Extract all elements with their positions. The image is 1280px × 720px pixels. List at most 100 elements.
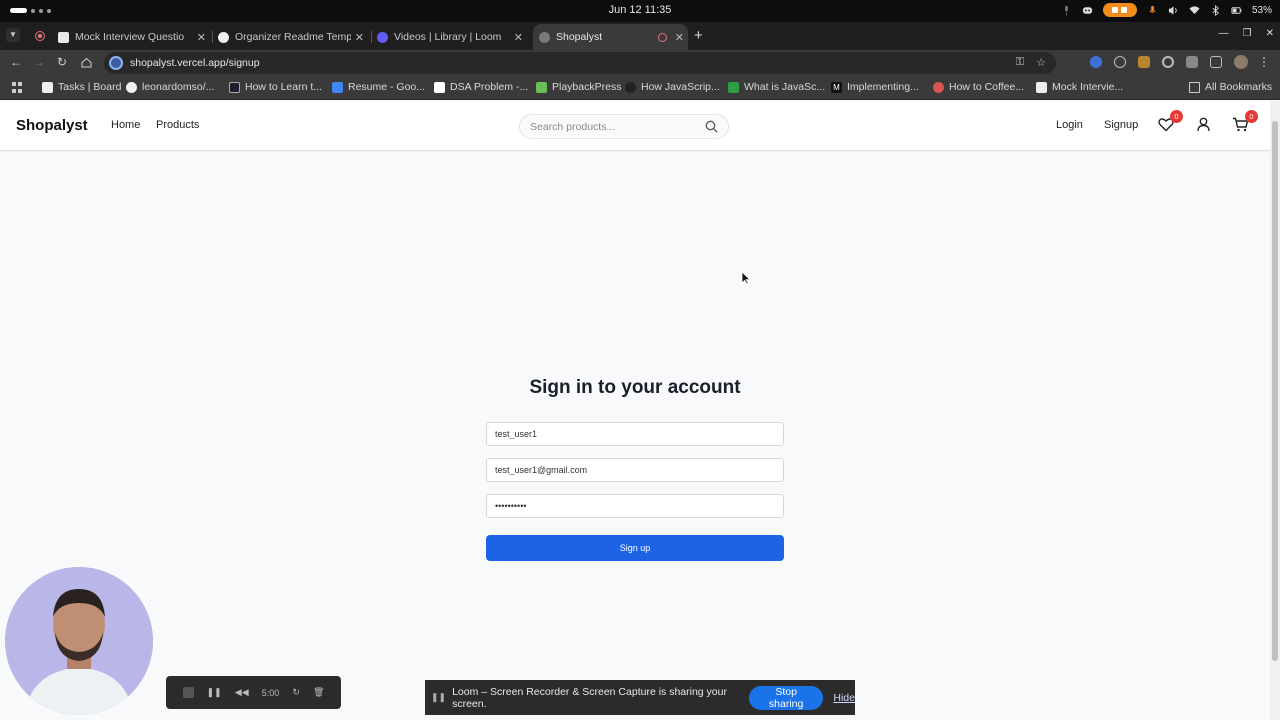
maximize-icon[interactable]: ❐ [1243,28,1252,39]
search-input[interactable] [530,121,700,133]
login-link[interactable]: Login [1056,119,1083,131]
apps-grid-icon[interactable] [12,82,23,93]
forward-arrow-icon[interactable]: → [33,55,45,69]
close-icon[interactable]: ✕ [351,31,368,44]
microphone-off-icon [1065,5,1068,15]
hide-sharing-bar-link[interactable]: Hide [833,692,855,704]
close-window-icon[interactable]: ✕ [1266,28,1274,39]
user-icon[interactable] [1197,117,1210,132]
react-devtools-icon[interactable] [1090,56,1102,68]
close-icon[interactable]: ✕ [193,31,210,44]
tab-organizer-readme[interactable]: Organizer Readme Temp ✕ [218,24,368,50]
wishlist-count-badge: 0 [1170,110,1183,123]
coffee-icon [933,81,944,93]
github-icon [218,31,229,43]
extension-circle-icon[interactable] [1114,56,1126,68]
notion-icon [42,81,53,93]
side-panel-icon[interactable] [1210,56,1222,68]
scrollbar-thumb[interactable] [1272,121,1278,661]
new-tab-icon[interactable]: + [694,27,703,44]
pause-sharing-icon: ❚❚ [431,692,447,702]
stop-sharing-button[interactable]: Stop sharing [748,685,824,710]
extension-target-icon[interactable] [1162,56,1174,68]
notion-icon [58,31,69,43]
wifi-icon [1189,5,1200,14]
screen-share-indicator[interactable] [1102,3,1137,17]
github-icon [126,81,137,93]
bluetooth-icon [1212,4,1219,16]
url-text[interactable]: shopalyst.vercel.app/signup [130,57,260,69]
bookmark-item[interactable]: M Implementing... [831,81,919,93]
system-tray[interactable]: 53% [1061,3,1272,17]
window-controls: — ❐ ✕ [1219,28,1274,39]
close-icon[interactable]: ✕ [510,31,527,44]
sign-up-button[interactable]: Sign up [486,535,784,561]
home-icon[interactable] [81,57,92,68]
minimize-icon[interactable]: — [1219,28,1229,39]
all-bookmarks[interactable]: All Bookmarks [1189,81,1272,93]
restart-icon[interactable]: ↻ [292,687,300,698]
bookmark-item[interactable]: DSA Problem -... [434,81,528,93]
password-key-icon[interactable]: ⚿ [1016,56,1024,69]
globe-icon [539,31,550,43]
battery-percent: 53% [1251,4,1272,16]
kebab-menu-icon[interactable]: ⋮ [1258,55,1270,69]
tab-divider [212,31,213,43]
tab-mock-interview[interactable]: Mock Interview Questio ✕ [58,24,210,50]
site-navbar: Shopalyst Home Products Login Signup 0 0 [0,101,1270,151]
bookmarks-bar: Tasks | Board leonardomso/... How to Lea… [0,76,1280,100]
bookmark-item[interactable]: What is JavaSc... [728,81,825,93]
bookmark-item[interactable]: Resume - Goo... [332,81,425,93]
mouse-cursor-icon [741,271,751,285]
recording-icon [657,32,667,42]
bookmark-item[interactable]: Tasks | Board [42,81,121,93]
bookmark-item[interactable]: How JavaScrip... [625,81,720,93]
bookmark-item[interactable]: Mock Intervie... [1036,81,1123,93]
password-field[interactable] [486,494,784,518]
battery-icon [1231,6,1242,14]
username-field[interactable] [486,422,784,446]
close-icon[interactable]: ✕ [671,31,688,44]
nav-products-link[interactable]: Products [156,119,199,131]
puzzle-icon[interactable] [1186,56,1198,68]
extensions-area [1090,56,1222,68]
product-search [519,114,729,139]
site-info-icon[interactable] [109,56,123,70]
notion-icon [1036,81,1047,93]
pause-icon[interactable]: ❚❚ [207,687,222,698]
loom-recording-controls: ❚❚ ◀◀ 5:00 ↻ 🗑 [166,676,341,709]
tab-search-dropdown[interactable]: ▼ [6,28,20,42]
tab-divider [371,31,372,43]
page-scrollbar[interactable] [1270,101,1280,720]
page-title: Sign in to your account [529,377,741,398]
screen-sharing-bar: ❚❚ Loom – Screen Recorder & Screen Captu… [425,680,855,715]
bookmark-item[interactable]: How to Coffee... [933,81,1024,93]
rewind-icon[interactable]: ◀◀ [235,687,249,698]
delete-icon[interactable]: 🗑 [313,687,324,698]
reload-icon[interactable]: ↻ [57,55,67,69]
extension-box-icon[interactable] [1138,56,1150,68]
search-icon[interactable] [705,120,718,133]
stop-recording-icon[interactable] [182,687,194,698]
signup-link[interactable]: Signup [1104,119,1138,131]
loom-webcam-bubble[interactable] [5,567,153,715]
cart-count-badge: 0 [1245,110,1258,123]
bookmark-star-icon[interactable]: ☆ [1036,56,1046,69]
bookmark-item[interactable]: How to Learn t... [229,81,322,93]
playbackpress-icon [536,81,547,93]
tab-loom-library[interactable]: Videos | Library | Loom ✕ [377,24,527,50]
site-logo[interactable]: Shopalyst [16,117,88,134]
sharing-message: Loom – Screen Recorder & Screen Capture … [452,685,727,710]
bookmark-item[interactable]: PlaybackPress [536,81,621,93]
browser-toolbar: ← → ↻ shopalyst.vercel.app/signup ⚿ ☆ ⋮ [0,50,1280,76]
presenter-webcam-image [5,567,153,715]
back-arrow-icon[interactable]: ← [10,55,22,69]
os-top-bar: Jun 12 11:35 53% [0,0,1280,22]
address-bar[interactable]: shopalyst.vercel.app/signup ⚿ ☆ [104,52,1056,74]
avatar[interactable] [1234,55,1248,69]
email-field[interactable] [486,458,784,482]
bookmark-item[interactable]: leonardomso/... [126,81,214,93]
loom-icon [377,31,388,43]
nav-home-link[interactable]: Home [111,119,140,131]
tab-shopalyst[interactable]: Shopalyst ✕ [533,24,688,50]
